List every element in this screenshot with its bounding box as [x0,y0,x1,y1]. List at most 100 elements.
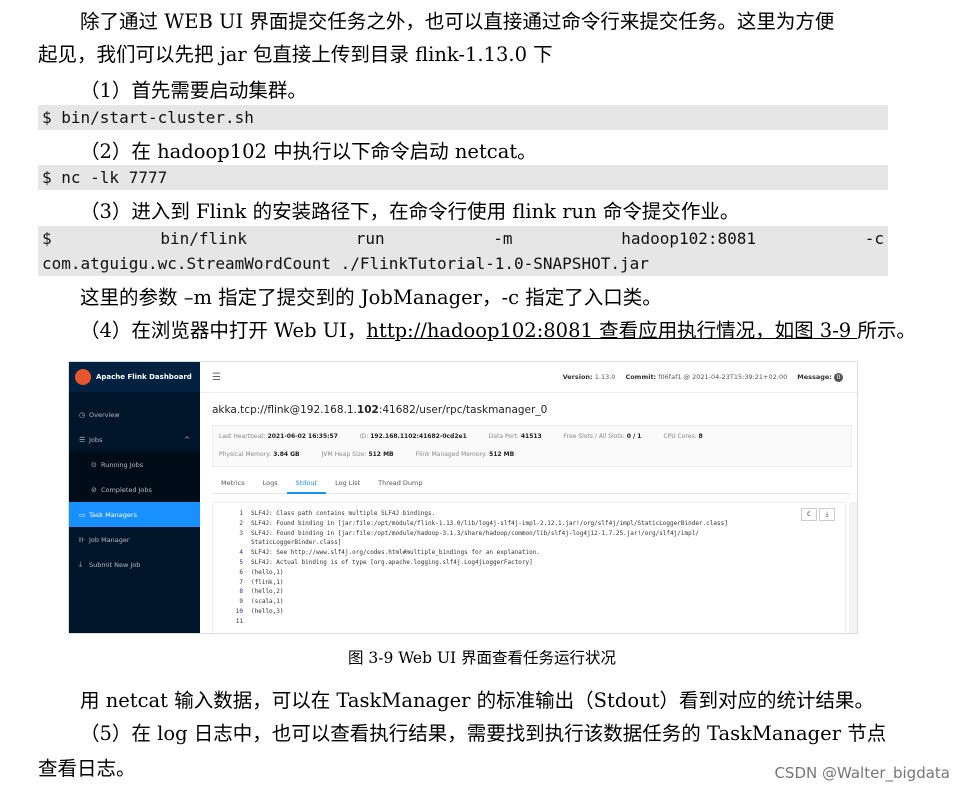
log-line-text: (scala,1) [251,598,284,606]
info-item: ID: 192.168.1102:41682-0cd2e1 [359,433,467,440]
upload-icon: ⤓ [79,560,83,568]
sidebar-item-running-jobs[interactable]: ⊙ Running Jobs [69,452,200,477]
log-line: 3 SLF4J: Found binding in [jar:file:/opt/… [213,530,813,537]
log-line-text: (hello,3) [251,608,284,615]
token: hadoop102:8081 [621,229,757,248]
info-row-1: Last Heartbeat: 2021-06-02 16:35:57 ID: … [219,433,703,440]
intro-line-1: 除了通过 WEB UI 界面提交任务之外，也可以直接通过命令行来提交任务。这里为… [80,10,835,33]
step-3-text: （3）进入到 Flink 的安装路径下，在命令行使用 flink run 命令提… [80,200,740,223]
sidebar: Apache Flink Dashboard ◷ Overview ☰ Jobs… [69,362,200,633]
sidebar-item-label: Task Managers [89,510,137,519]
after-text-2-line-1: （5）在 log 日志中，也可以查看执行结果，需要找到执行该数据任务的 Task… [80,722,887,745]
download-icon[interactable]: ⤓ [819,508,835,521]
commit: Commit: f06faf1 @ 2021-04-23T15:39:21+02… [625,373,788,381]
token: run [355,229,385,248]
log-line-number: 8 [239,588,243,596]
sidebar-item-label: Overview [89,410,120,419]
log-line-number: 10 [235,608,243,615]
info-item: Last Heartbeat: 2021-06-02 16:35:57 [219,433,338,440]
watermark: CSDN @Walter_bigdata [774,764,950,782]
cluster-icon: ⊪ [79,535,86,544]
step-4-prefix: （4）在浏览器中打开 Web UI， [80,319,367,342]
token: bin/flink [160,229,248,248]
log-line-text: (hello,2) [251,588,284,596]
message[interactable]: Message: 0 [797,372,843,382]
sidebar-item-jobs[interactable]: ☰ Jobs ^ [69,427,200,452]
log-line: 4 SLF4J: See http://www.slf4j.org/codes.h… [213,549,813,556]
token: -m [493,229,513,248]
token: -c [864,229,884,248]
sidebar-item-job-manager[interactable]: ⊪ Job Manager [69,527,200,552]
log-line: 10 (hello,3) [213,608,813,615]
top-bar: ☰ Version: 1.13.0 Commit: f06faf1 @ 2021… [200,362,857,393]
step-4-text: （4）在浏览器中打开 Web UI，http://hadoop102:8081 … [80,317,916,344]
sidebar-item-submit-new-job[interactable]: ⤓ Submit New Job [69,552,200,577]
log-scrollbar[interactable] [849,502,857,633]
log-line-number: 2 [239,519,243,527]
info-item: Flink Managed Memory: 512 MB [415,451,515,458]
intro-line-2: 起见，我们可以先把 jar 包直接上传到目录 flink-1.13.0 下 [38,43,553,66]
log-line: 6 (hello,1) [213,569,813,576]
log-line-text: (flink,1) [251,578,284,586]
server-icon: ▭ [79,510,86,519]
list-icon: ☰ [79,435,86,444]
code-start-cluster: $ bin/start-cluster.sh [38,105,888,130]
info-row-2: Physical Memory: 3.84 GB JVM Heap Size: … [219,451,514,458]
step-4-suffix: 所示。 [857,319,916,342]
tab-log-list[interactable]: Log List [326,475,369,492]
figure-caption: 图 3-9 Web UI 界面查看任务运行状况 [347,649,617,667]
info-item: Data Port: 41513 [488,433,542,440]
log-line-number: 3 [239,529,243,537]
menu-fold-icon[interactable]: ☰ [212,372,221,383]
clock-icon: ◷ [79,410,86,419]
sidebar-item-label: Running Jobs [101,460,144,469]
step-1-text: （1）首先需要启动集群。 [80,79,307,102]
code-netcat: $ nc -lk 7777 [38,165,888,190]
taskmanager-info: Last Heartbeat: 2021-06-02 16:35:57 ID: … [212,425,852,467]
log-line-number: 5 [239,559,243,566]
log-line-text: SLF4J: Class path contains multiple SLF4… [251,510,436,517]
log-line-number: 6 [239,568,243,576]
sidebar-item-completed-jobs[interactable]: ⊘ Completed Jobs [69,477,200,502]
chevron-up-icon: ^ [184,435,190,444]
brand: Apache Flink Dashboard [69,362,200,392]
code-flink-run-line-1: $ bin/flink run -m hadoop102:8081 -c [42,226,888,251]
after-text-1: 用 netcat 输入数据，可以在 TaskManager 的标准输出（Stdo… [80,689,874,712]
sidebar-item-label: Jobs [89,435,103,444]
flink-dashboard-figure: Apache Flink Dashboard ◷ Overview ☰ Jobs… [68,361,858,634]
tab-logs[interactable]: Logs [254,475,287,492]
log-line-number: 11 [235,617,243,625]
tab-stdout[interactable]: Stdout [286,475,327,494]
sidebar-item-overview[interactable]: ◷ Overview [69,402,200,427]
version-info: Version: 1.13.0 Commit: f06faf1 @ 2021-0… [562,372,843,382]
taskmanager-tabs: Metrics Logs Stdout Log List Thread Dump [212,475,850,494]
play-circle-icon: ⊙ [91,460,97,469]
flink-logo-icon [75,369,91,385]
info-item: CPU Cores: 8 [663,433,703,440]
info-item: Physical Memory: 3.84 GB [219,451,300,458]
log-line: 2 SLF4J: Found binding in [jar:file:/opt/… [213,520,813,527]
sidebar-item-label: Submit New Job [89,560,141,569]
log-line-text: SLF4J: See http://www.slf4j.org/codes.ht… [251,549,540,557]
log-line: 8 (hello,2) [213,588,813,595]
log-line-text: StaticLoggerBinder.class] [251,539,342,547]
sidebar-item-label: Completed Jobs [101,485,152,494]
log-line-text: SLF4J: Found binding in [jar:file:/opt/m… [251,529,699,537]
brand-title: Apache Flink Dashboard [96,373,192,381]
version: Version: 1.13.0 [562,373,616,381]
tab-thread-dump[interactable]: Thread Dump [369,475,431,492]
sidebar-item-label: Job Manager [89,535,130,544]
taskmanager-path: akka.tcp://flink@192.168.1.102:41682/use… [212,404,548,416]
webui-link[interactable]: http://hadoop102:8081 查看应用执行情况，如图 3-9 [366,319,857,342]
sidebar-item-task-managers[interactable]: ▭ Task Managers [69,502,200,527]
log-line: 11 [213,618,813,625]
log-line: 9 (scala,1) [213,598,813,605]
message-count-badge: 0 [834,372,843,382]
tab-metrics[interactable]: Metrics [212,475,254,492]
info-item: JVM Heap Size: 512 MB [321,451,394,458]
check-circle-icon: ⊘ [91,485,97,494]
log-line-text: (hello,1) [251,568,284,576]
params-text: 这里的参数 –m 指定了提交到的 JobManager，-c 指定了入口类。 [80,286,662,309]
after-text-2-line-2: 查看日志。 [38,757,136,780]
log-line: 5 SLF4J: Actual binding is of type [org.a… [213,559,813,566]
